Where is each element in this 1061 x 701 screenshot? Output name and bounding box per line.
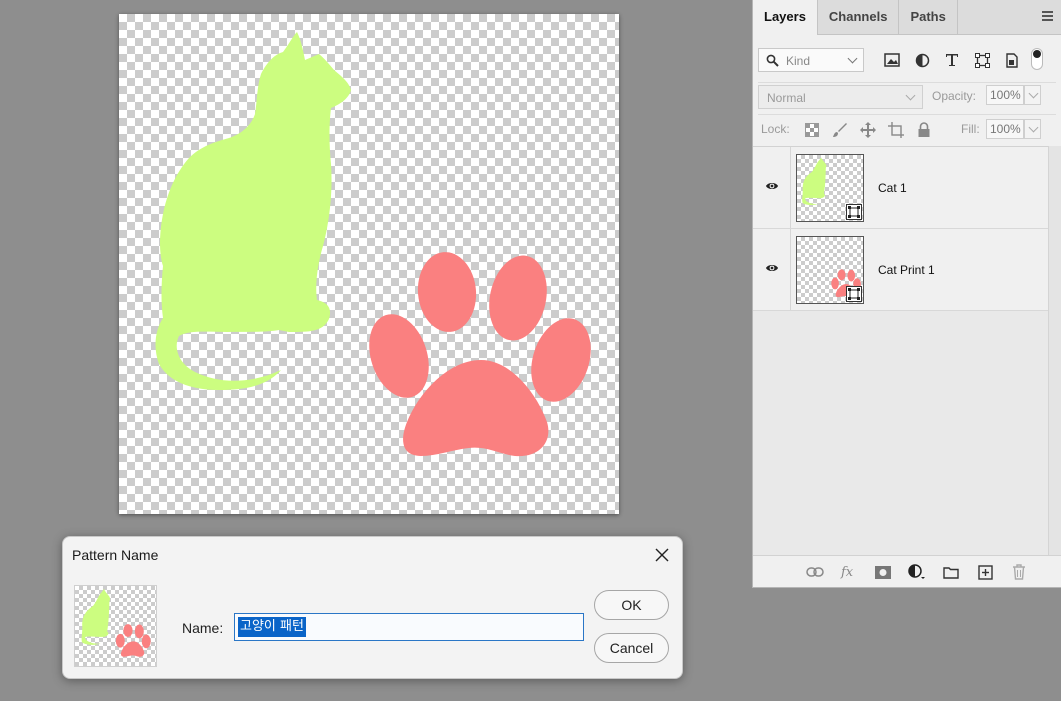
adjustment-icon[interactable] [907, 563, 927, 581]
fx-icon[interactable]: fx [839, 563, 859, 581]
layer-thumbnail [796, 154, 864, 222]
lock-image-pixels-icon[interactable] [830, 120, 850, 140]
chevron-down-icon [1028, 122, 1039, 133]
blend-mode-select[interactable]: Normal [758, 85, 923, 109]
name-label: Name: [182, 620, 224, 636]
opacity-label: Opacity: [932, 89, 977, 103]
smart-object-filter-icon[interactable] [1002, 50, 1022, 70]
pattern-name-value: 고양이 패턴 [238, 617, 306, 637]
tab-layers[interactable]: Layers [753, 0, 818, 35]
filter-row: Kind [758, 46, 1056, 74]
layer-name: Cat Print 1 [878, 263, 935, 277]
blend-row: Normal Opacity: 100% [758, 82, 1056, 109]
layer-row-cat-1[interactable]: Cat 1 [753, 147, 1049, 229]
layer-row-cat-print-1[interactable]: Cat Print 1 [753, 229, 1049, 311]
kind-label: Kind [786, 54, 811, 68]
image-filter-icon[interactable] [882, 50, 902, 70]
kind-filter-select[interactable]: Kind [758, 48, 864, 72]
layers-scrollbar[interactable] [1048, 146, 1061, 556]
type-filter-icon[interactable] [942, 50, 962, 70]
ok-button[interactable]: OK [594, 590, 669, 620]
eye-icon[interactable] [765, 261, 779, 275]
eye-icon[interactable] [765, 179, 779, 193]
lock-artboard-icon[interactable] [886, 120, 906, 140]
layers-list: Cat 1 Cat Print 1 [753, 146, 1049, 557]
opacity-input[interactable]: 100% [986, 85, 1024, 105]
dialog-title: Pattern Name [72, 547, 159, 563]
trash-icon[interactable] [1009, 563, 1029, 581]
pattern-name-dialog: Pattern Name Name: 고양이 패턴 OK Cancel [62, 536, 683, 679]
shape-filter-icon[interactable] [972, 50, 992, 70]
link-icon[interactable] [805, 563, 825, 581]
chevron-down-icon [905, 90, 916, 101]
layer-thumbnail [796, 236, 864, 304]
smart-object-badge-icon [846, 286, 862, 302]
pattern-name-input[interactable]: 고양이 패턴 [234, 613, 584, 641]
pattern-preview [74, 585, 157, 667]
layer-name: Cat 1 [878, 181, 907, 195]
chevron-down-icon [847, 53, 858, 64]
opacity-dropdown[interactable] [1024, 85, 1041, 105]
mask-icon[interactable] [873, 563, 893, 581]
artwork [155, 32, 591, 457]
smart-object-badge-icon [846, 204, 862, 220]
blend-mode-value: Normal [767, 91, 806, 105]
lock-position-icon[interactable] [858, 120, 878, 140]
fill-dropdown[interactable] [1024, 119, 1041, 139]
search-icon [766, 54, 779, 67]
chevron-down-icon [1028, 88, 1039, 99]
lock-all-icon[interactable] [914, 120, 934, 140]
lock-label: Lock: [761, 122, 790, 136]
filter-toggle[interactable] [1031, 48, 1043, 70]
cat-silhouette [155, 32, 351, 390]
lock-transparent-pixels-icon[interactable] [802, 120, 822, 140]
tab-paths[interactable]: Paths [899, 0, 958, 34]
document-canvas[interactable] [119, 14, 619, 514]
cancel-button[interactable]: Cancel [594, 633, 669, 663]
panel-footer: fx [753, 555, 1061, 587]
new-layer-icon[interactable] [975, 563, 995, 581]
adjustment-filter-icon[interactable] [912, 50, 932, 70]
lock-row: Lock: Fill: 100% [758, 114, 1056, 143]
tab-channels[interactable]: Channels [818, 0, 900, 34]
layers-panel: Layers Channels Paths Kind Normal Opacit… [752, 0, 1061, 588]
fill-input[interactable]: 100% [986, 119, 1024, 139]
folder-icon[interactable] [941, 563, 961, 581]
svg-text:fx: fx [840, 565, 854, 580]
panel-menu-icon[interactable] [1042, 11, 1053, 21]
close-icon[interactable] [654, 547, 670, 563]
fill-label: Fill: [961, 122, 980, 136]
paw-print [369, 252, 591, 457]
panel-tabs: Layers Channels Paths [753, 0, 1061, 35]
